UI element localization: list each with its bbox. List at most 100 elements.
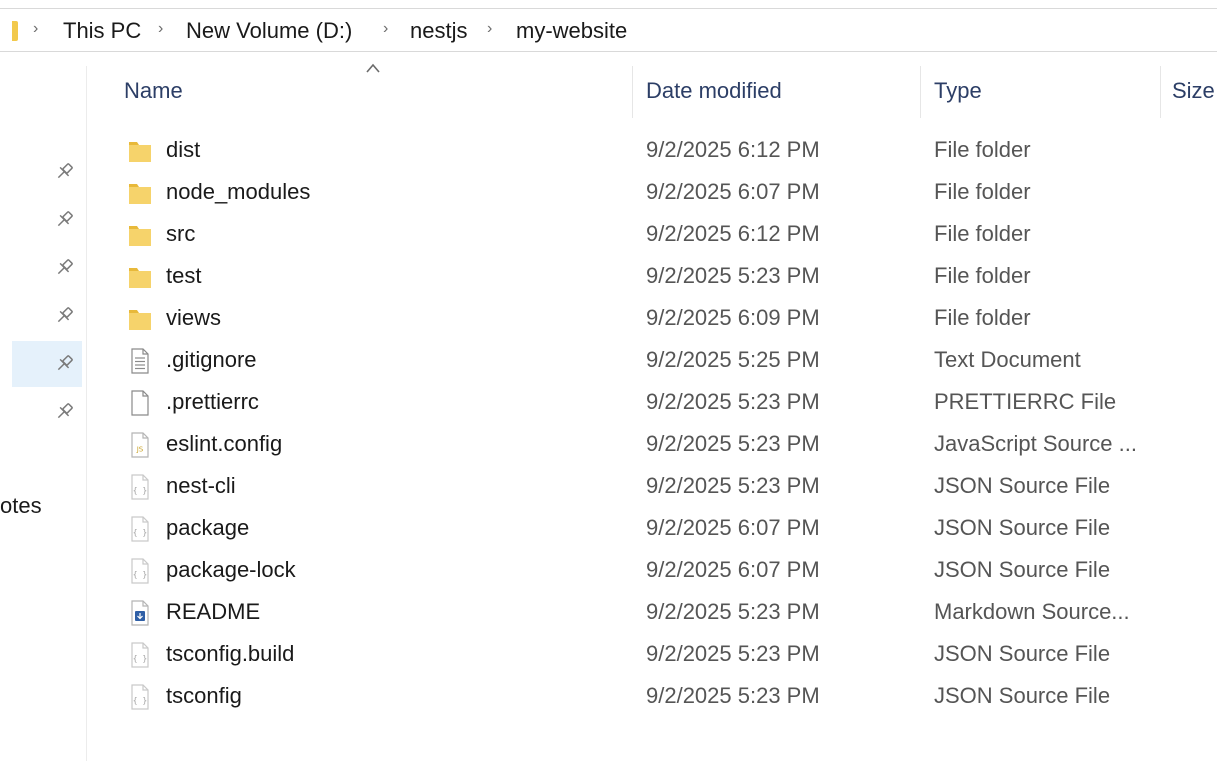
json-file-icon: { } xyxy=(126,557,154,585)
file-date-modified: 9/2/2025 6:07 PM xyxy=(646,179,820,204)
file-type: JSON Source File xyxy=(934,557,1111,582)
file-type: JSON Source File xyxy=(934,515,1111,540)
column-divider[interactable] xyxy=(632,66,633,118)
file-row[interactable]: { } tsconfig.build 9/2/2025 5:23 PM JSON So… xyxy=(96,634,1217,676)
file-date-modified: 9/2/2025 5:25 PM xyxy=(646,347,820,372)
file-type: File folder xyxy=(934,305,1031,330)
file-type: JSON Source File xyxy=(934,683,1111,708)
file-name: src xyxy=(166,221,196,246)
pin-icon xyxy=(52,352,76,376)
file-type: JavaScript Source ... xyxy=(934,431,1137,456)
breadcrumb-item-new-volume[interactable]: New Volume (D:) xyxy=(186,18,352,44)
file-type: File folder xyxy=(934,221,1031,246)
folder-icon xyxy=(126,221,154,249)
chevron-right-icon[interactable]: › xyxy=(383,20,388,38)
chevron-right-icon[interactable]: › xyxy=(33,20,38,38)
text-document-icon xyxy=(126,347,154,375)
svg-text:{ }: { } xyxy=(133,654,147,663)
file-type: File folder xyxy=(934,263,1031,288)
file-row[interactable]: JS eslint.config 9/2/2025 5:23 PM JavaScrip… xyxy=(96,424,1217,466)
svg-text:{ }: { } xyxy=(133,486,147,495)
file-row[interactable]: { } package 9/2/2025 6:07 PM JSON Source Fi… xyxy=(96,508,1217,550)
folder-icon xyxy=(126,305,154,333)
pane-divider[interactable] xyxy=(86,66,87,761)
json-file-icon: { } xyxy=(126,641,154,669)
file-row[interactable]: .prettierrc 9/2/2025 5:23 PM PRETTIERRC Fi… xyxy=(96,382,1217,424)
folder-icon xyxy=(126,137,154,165)
markdown-file-icon xyxy=(126,599,154,627)
file-name: package-lock xyxy=(166,557,296,582)
file-type: File folder xyxy=(934,137,1031,162)
breadcrumb-item-this-pc[interactable]: This PC xyxy=(63,18,141,44)
file-name: README xyxy=(166,599,261,624)
json-file-icon: { } xyxy=(126,515,154,543)
column-header-name[interactable]: Name xyxy=(124,78,183,104)
file-type: File folder xyxy=(934,179,1031,204)
column-header-type[interactable]: Type xyxy=(934,78,982,104)
breadcrumb-item-my-website[interactable]: my-website xyxy=(516,18,627,44)
sort-caret-up-icon xyxy=(366,63,380,73)
column-divider[interactable] xyxy=(1160,66,1161,118)
nav-item-label[interactable]: otes xyxy=(0,493,42,519)
file-name: tsconfig.build xyxy=(166,641,295,666)
file-date-modified: 9/2/2025 5:23 PM xyxy=(646,389,820,414)
file-row[interactable]: dist 9/2/2025 6:12 PM File folder xyxy=(96,130,1217,172)
svg-text:{ }: { } xyxy=(133,696,147,705)
folder-icon xyxy=(126,263,154,291)
pin-icon xyxy=(52,400,76,424)
file-name: .prettierrc xyxy=(166,389,259,414)
file-name: views xyxy=(166,305,222,330)
file-name: nest-cli xyxy=(166,473,236,498)
file-date-modified: 9/2/2025 6:12 PM xyxy=(646,137,820,162)
pin-icon xyxy=(52,256,76,280)
pin-icon xyxy=(52,208,76,232)
file-row[interactable]: { } nest-cli 9/2/2025 5:23 PM JSON Source F… xyxy=(96,466,1217,508)
svg-text:JS: JS xyxy=(136,446,144,454)
file-type: JSON Source File xyxy=(934,473,1111,498)
file-name: test xyxy=(166,263,202,288)
file-date-modified: 9/2/2025 6:09 PM xyxy=(646,305,820,330)
file-type: Markdown Source... xyxy=(934,599,1130,624)
pin-icon xyxy=(52,160,76,184)
json-file-icon: { } xyxy=(126,683,154,711)
file-type: PRETTIERRC File xyxy=(934,389,1117,414)
blank-file-icon xyxy=(126,389,154,417)
column-header-size[interactable]: Size xyxy=(1172,78,1215,104)
file-row[interactable]: .gitignore 9/2/2025 5:25 PM Text Document xyxy=(96,340,1217,382)
javascript-file-icon: JS xyxy=(126,431,154,459)
chevron-right-icon[interactable]: › xyxy=(158,20,163,38)
file-row[interactable]: test 9/2/2025 5:23 PM File folder xyxy=(96,256,1217,298)
chevron-right-icon[interactable]: › xyxy=(487,20,492,38)
file-date-modified: 9/2/2025 5:23 PM xyxy=(646,473,820,498)
file-date-modified: 9/2/2025 5:23 PM xyxy=(646,431,820,456)
file-row[interactable]: { } tsconfig 9/2/2025 5:23 PM JSON Source F… xyxy=(96,676,1217,718)
file-date-modified: 9/2/2025 6:07 PM xyxy=(646,557,820,582)
file-date-modified: 9/2/2025 6:07 PM xyxy=(646,515,820,540)
folder-icon xyxy=(12,21,18,41)
file-row[interactable]: { } package-lock 9/2/2025 6:07 PM JSON Sour… xyxy=(96,550,1217,592)
column-divider[interactable] xyxy=(920,66,921,118)
file-name: eslint.config xyxy=(166,431,283,456)
file-name: package xyxy=(166,515,250,540)
pin-icon xyxy=(52,304,76,328)
svg-text:{ }: { } xyxy=(133,570,147,579)
address-bar[interactable]: › This PC › New Volume (D:) › nestjs › m… xyxy=(0,8,1217,52)
file-name: .gitignore xyxy=(166,347,257,372)
file-type: JSON Source File xyxy=(934,641,1111,666)
file-name: dist xyxy=(166,137,201,162)
file-date-modified: 9/2/2025 5:23 PM xyxy=(646,641,820,666)
column-header-date-modified[interactable]: Date modified xyxy=(646,78,782,104)
file-date-modified: 9/2/2025 5:23 PM xyxy=(646,683,820,708)
file-row[interactable]: README 9/2/2025 5:23 PM Markdown Source... xyxy=(96,592,1217,634)
folder-icon xyxy=(126,179,154,207)
svg-text:{ }: { } xyxy=(133,528,147,537)
file-name: tsconfig xyxy=(166,683,242,708)
file-type: Text Document xyxy=(934,347,1081,372)
file-row[interactable]: src 9/2/2025 6:12 PM File folder xyxy=(96,214,1217,256)
file-row[interactable]: views 9/2/2025 6:09 PM File folder xyxy=(96,298,1217,340)
breadcrumb-item-nestjs[interactable]: nestjs xyxy=(410,18,467,44)
file-date-modified: 9/2/2025 5:23 PM xyxy=(646,599,820,624)
file-date-modified: 9/2/2025 5:23 PM xyxy=(646,263,820,288)
file-row[interactable]: node_modules 9/2/2025 6:07 PM File folder xyxy=(96,172,1217,214)
file-date-modified: 9/2/2025 6:12 PM xyxy=(646,221,820,246)
